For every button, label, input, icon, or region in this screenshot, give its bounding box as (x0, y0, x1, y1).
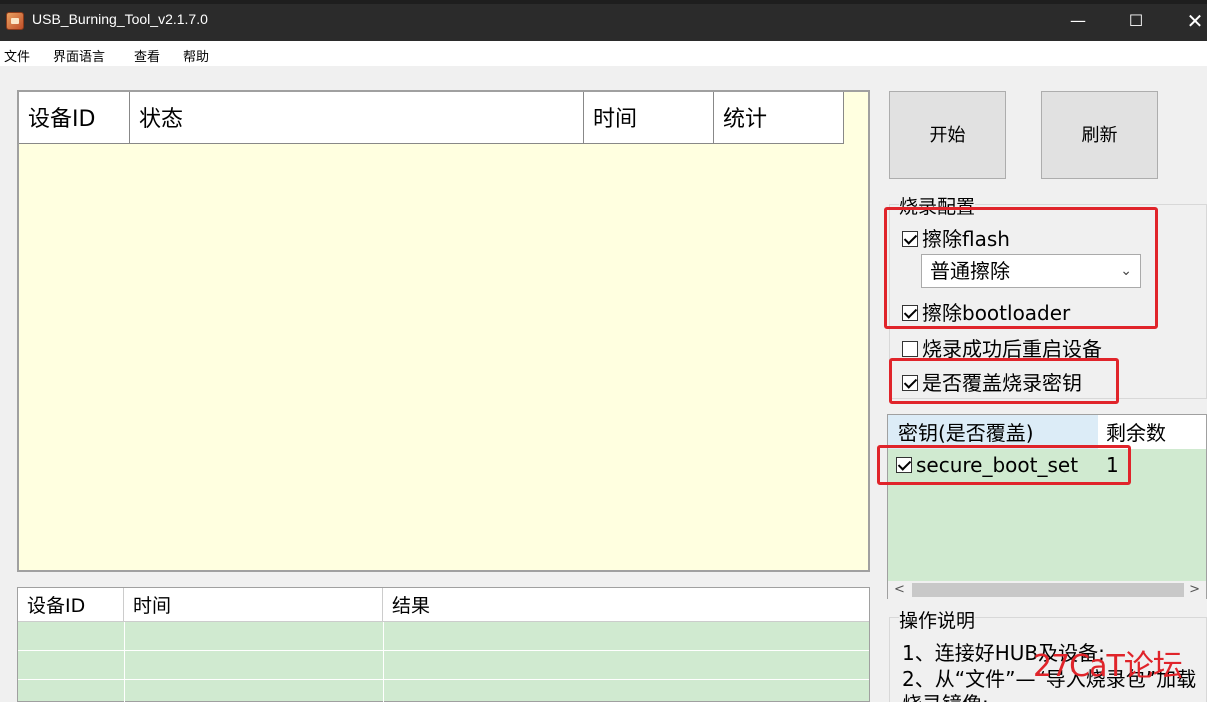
title-bar: USB_Burning_Tool_v2.1.7.0 — ☐ ✕ (0, 0, 1207, 41)
column-key[interactable]: 密钥(是否覆盖) (888, 415, 1098, 449)
column-time[interactable]: 时间 (584, 92, 714, 144)
watermark: 27CaT论坛 (1033, 649, 1183, 684)
device-list-header: 设备ID 状态 时间 统计 (19, 92, 844, 144)
window-title: USB_Burning_Tool_v2.1.7.0 (32, 11, 208, 27)
column-result[interactable]: 结果 (383, 588, 869, 622)
highlight-box-overwrite (889, 358, 1119, 404)
column-time[interactable]: 时间 (124, 588, 383, 622)
result-list-header: 设备ID 时间 结果 (18, 588, 869, 622)
highlight-box-key (877, 445, 1131, 485)
key-list-header: 密钥(是否覆盖) 剩余数 (888, 415, 1206, 449)
column-divider (383, 622, 384, 702)
column-stats[interactable]: 统计 (714, 92, 844, 144)
column-remaining[interactable]: 剩余数 (1098, 415, 1206, 449)
row-divider (18, 650, 869, 651)
refresh-button[interactable]: 刷新 (1041, 91, 1158, 179)
minimize-button[interactable]: — (1063, 8, 1093, 34)
title-bar-edge (0, 0, 1207, 4)
app-icon (6, 12, 24, 30)
column-device-id[interactable]: 设备ID (19, 92, 130, 144)
checkbox-unchecked-icon (902, 341, 918, 357)
column-device-id[interactable]: 设备ID (18, 588, 124, 622)
menu-help[interactable]: 帮助 (183, 46, 209, 65)
column-divider (124, 622, 125, 702)
scroll-right-icon[interactable]: > (1189, 581, 1200, 599)
maximize-button[interactable]: ☐ (1121, 8, 1151, 34)
scroll-left-icon[interactable]: < (894, 581, 905, 599)
menu-view[interactable]: 查看 (134, 46, 160, 65)
horizontal-scrollbar[interactable]: < > (888, 581, 1206, 599)
menu-language[interactable]: 界面语言 (53, 46, 105, 65)
menu-file[interactable]: 文件 (4, 46, 30, 65)
instructions-group-label: 操作说明 (899, 606, 976, 633)
key-list[interactable]: 密钥(是否覆盖) 剩余数 secure_boot_set 1 < > (887, 414, 1207, 599)
start-button[interactable]: 开始 (889, 91, 1006, 179)
close-button[interactable]: ✕ (1180, 8, 1207, 34)
highlight-box-erase (884, 207, 1158, 329)
menu-bar: 文件 界面语言 查看 帮助 (0, 41, 1207, 66)
column-status[interactable]: 状态 (130, 92, 584, 144)
scrollbar-thumb[interactable] (912, 583, 1184, 597)
row-divider (18, 679, 869, 680)
instruction-line: 烧录镜像; (902, 688, 989, 702)
device-list[interactable]: 设备ID 状态 时间 统计 (17, 90, 870, 572)
result-list[interactable]: 设备ID 时间 结果 (17, 587, 870, 702)
